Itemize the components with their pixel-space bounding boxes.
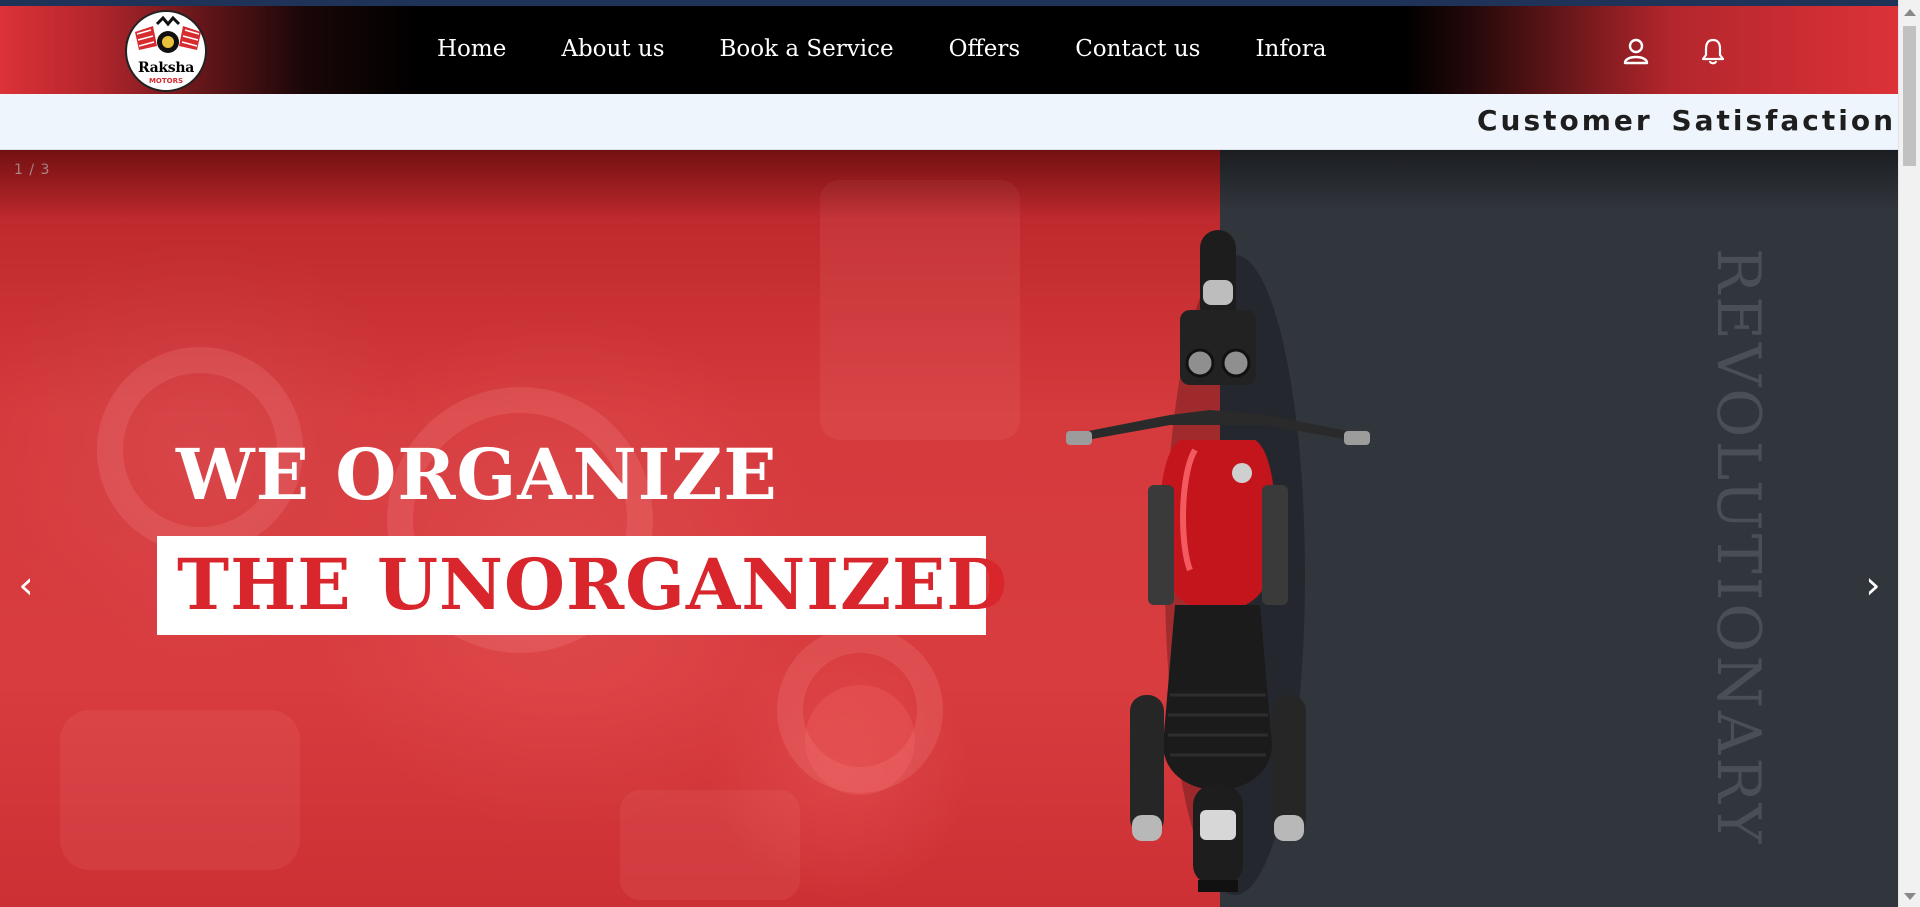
user-icon[interactable] [1621,36,1651,66]
scroll-down-arrow-icon[interactable] [1904,893,1916,900]
page-scrollbar[interactable] [1898,0,1920,907]
nav-contact-us[interactable]: Contact us [1075,36,1200,62]
navbar: Raksha MOTORS Home About us Book a Servi… [0,6,1898,94]
hero-left-panel: 1 / 3 WE ORGANIZE THE UNORGANIZED [0,150,1220,907]
nav-about-us[interactable]: About us [561,36,664,62]
motorcycle-image [1066,230,1370,895]
carousel-next-button[interactable]: › [1853,555,1893,615]
slide-counter: 1 / 3 [14,162,51,178]
nav-book-service[interactable]: Book a Service [720,36,894,62]
hero-side-word: REVOLUTIONARY [1703,248,1773,847]
scroll-up-arrow-icon[interactable] [1904,9,1916,16]
ticker-text: Customer Satisfaction [1476,104,1896,137]
logo-subtitle: MOTORS [148,77,184,85]
ticker-bar: Customer Satisfaction [0,94,1898,150]
nav-infora[interactable]: Infora [1255,36,1326,62]
scroll-thumb[interactable] [1903,26,1916,166]
nav-offers[interactable]: Offers [949,36,1021,62]
hero-carousel: 1 / 3 WE ORGANIZE THE UNORGANIZED REVOLU… [0,150,1898,907]
hero-headline-line1: WE ORGANIZE [176,433,778,516]
nav-home[interactable]: Home [437,36,506,62]
logo-name: Raksha [137,60,195,76]
brand-logo[interactable]: Raksha MOTORS [125,10,207,92]
engine-background-graphic [60,180,1020,900]
hero-headline-box: THE UNORGANIZED [157,536,1007,635]
main-nav: Home About us Book a Service Offers Cont… [437,36,1326,62]
hero-headline-line2: THE UNORGANIZED [177,543,1009,626]
bell-icon[interactable] [1698,36,1728,66]
carousel-prev-button[interactable]: ‹ [6,555,46,615]
